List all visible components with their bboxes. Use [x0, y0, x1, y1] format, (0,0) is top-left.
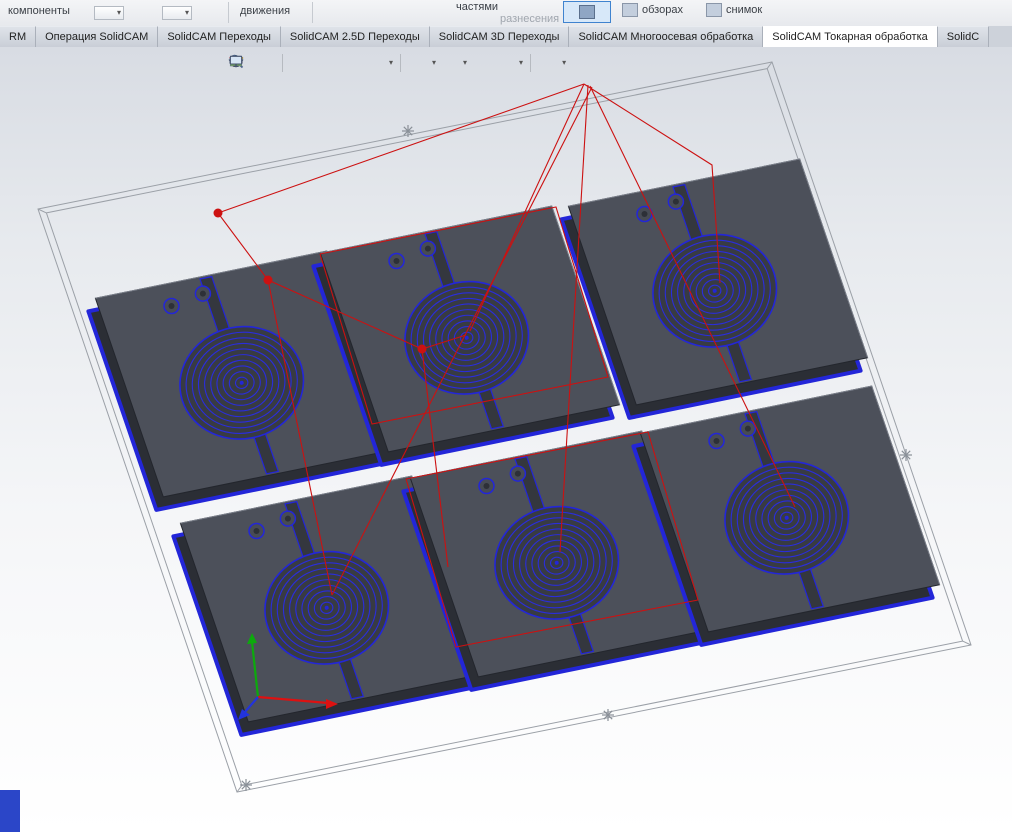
components-dropdown-1[interactable]: ▾ — [94, 6, 124, 20]
toolbar-separator — [400, 54, 402, 72]
parts-group-label: частями — [456, 1, 499, 13]
model-view[interactable] — [0, 47, 1012, 832]
review-label: обзорах — [642, 4, 683, 16]
solidworks-solidcam-window: компоненты ▾ ▾ движения частями разнесен… — [0, 0, 1012, 832]
chevron-down-icon[interactable]: ▾ — [432, 59, 436, 67]
components-dropdown-2[interactable]: ▾ — [162, 6, 192, 20]
large-assembly-toggle-button[interactable] — [563, 1, 611, 23]
commandmanager-tab-6[interactable]: SolidCAM Токарная обработка — [763, 26, 938, 47]
components-group-label: компоненты — [8, 5, 70, 17]
snapshot-label: снимок — [726, 4, 763, 16]
ribbon-separator — [312, 2, 313, 23]
chevron-down-icon[interactable]: ▾ — [519, 59, 523, 67]
ribbon-strip: компоненты ▾ ▾ движения частями разнесен… — [0, 0, 1012, 27]
window-corner-fragment — [0, 790, 20, 832]
view-orientation-icon[interactable] — [229, 53, 387, 73]
commandmanager-tab-2[interactable]: SolidCAM Переходы — [158, 26, 281, 47]
commandmanager-tab-3[interactable]: SolidCAM 2.5D Переходы — [280, 26, 430, 47]
chevron-down-icon[interactable]: ▾ — [389, 59, 393, 67]
chevron-down-icon[interactable]: ▾ — [463, 59, 467, 67]
commandmanager-tab-7[interactable]: SolidC — [937, 26, 990, 47]
chevron-down-icon: ▾ — [184, 8, 189, 17]
commandmanager-tab-bar: RM Операция SolidCAM SolidCAM Переходы Soli… — [0, 26, 1012, 48]
large-design-review-button[interactable]: обзорах — [622, 3, 683, 17]
toolbar-separator — [530, 54, 532, 72]
toolbar-separator — [282, 54, 283, 72]
exploded-view-label: разнесения — [500, 13, 560, 25]
assembly-mode-icon — [579, 5, 595, 19]
display-style-icon[interactable] — [229, 53, 430, 73]
previous-view-icon[interactable] — [229, 53, 312, 73]
hide-show-items-icon[interactable] — [228, 53, 461, 73]
commandmanager-tab-4[interactable]: SolidCAM 3D Переходы — [429, 26, 570, 47]
chevron-down-icon[interactable]: ▾ — [562, 59, 566, 67]
heads-up-view-toolbar: ▾ ▾ ▾ ▾ ▾ — [228, 53, 566, 73]
view-settings-icon[interactable] — [229, 53, 560, 73]
commandmanager-tab-1[interactable]: Операция SolidCAM — [36, 26, 159, 47]
chevron-down-icon: ▾ — [116, 8, 121, 17]
commandmanager-tab-5[interactable]: SolidCAM Многоосевая обработка — [569, 26, 764, 47]
graphics-area[interactable]: ▾ ▾ ▾ ▾ ▾ — [0, 47, 1012, 832]
section-view-icon[interactable] — [229, 53, 337, 73]
snapshot-icon — [706, 3, 722, 17]
zoom-to-area-icon[interactable] — [230, 53, 275, 73]
motion-group-label: движения — [240, 5, 291, 17]
review-icon — [622, 3, 638, 17]
edit-appearance-icon[interactable] — [230, 53, 492, 73]
apply-scene-icon[interactable] — [229, 53, 517, 73]
commandmanager-tab-0[interactable]: RM — [0, 26, 37, 47]
ribbon-separator — [228, 2, 229, 23]
snapshot-button[interactable]: снимок — [706, 3, 762, 17]
3d-drawing-view-icon[interactable] — [230, 53, 362, 73]
